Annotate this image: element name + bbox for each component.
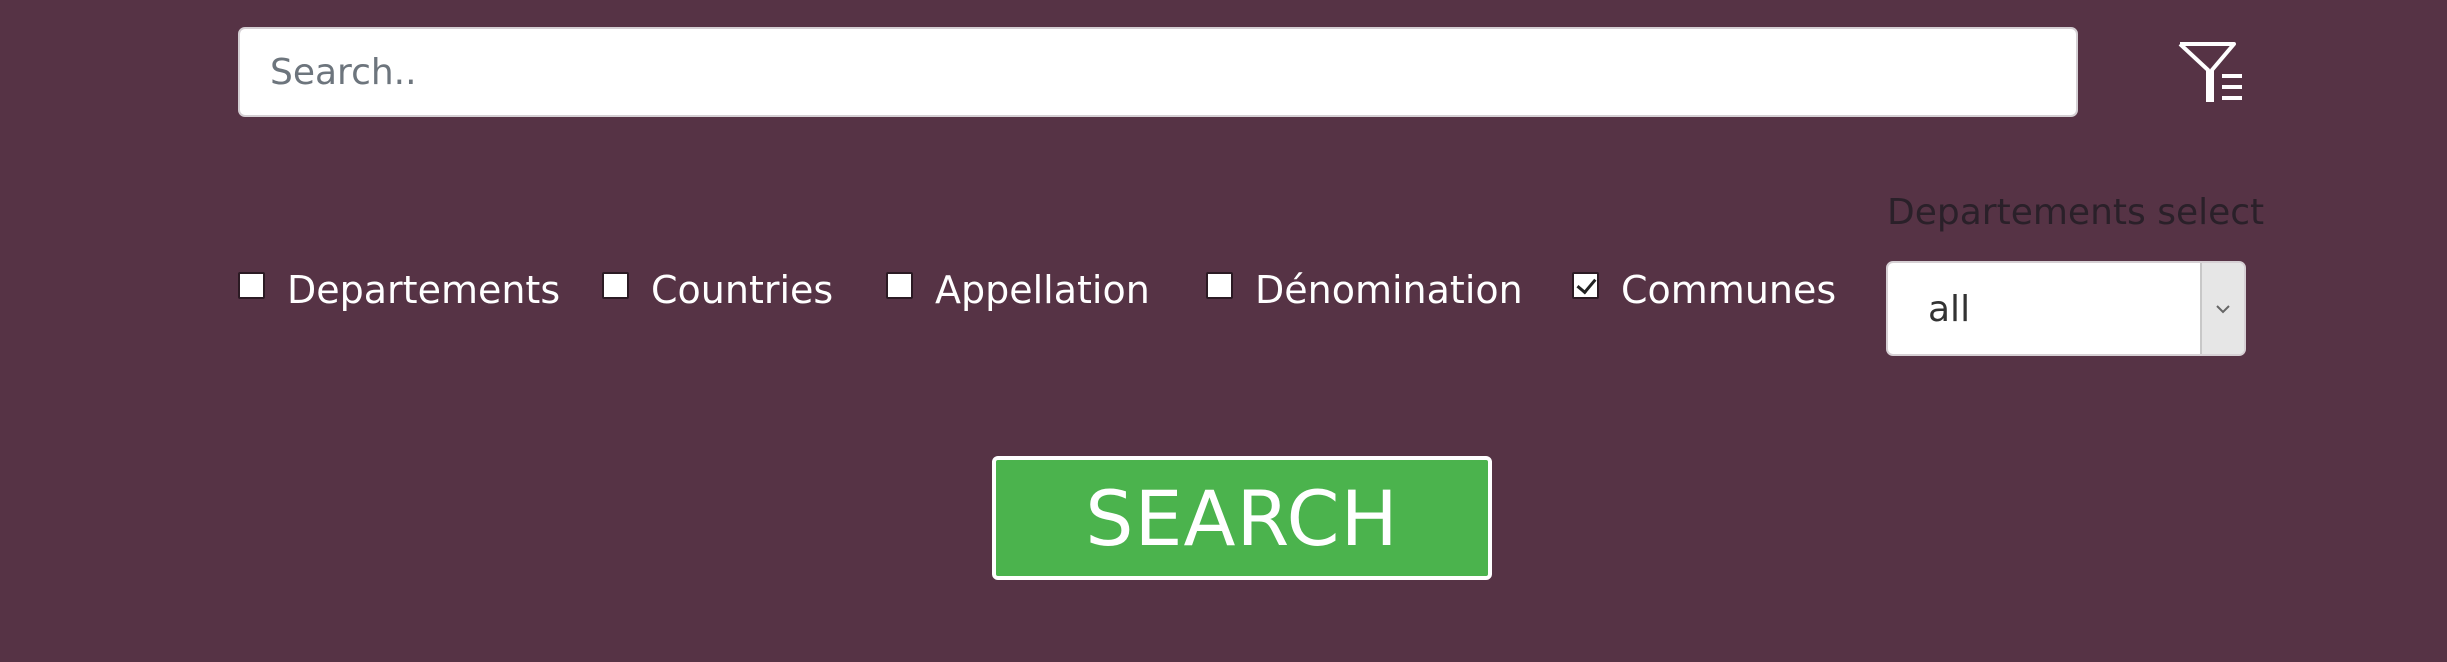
denomination-label: Dénomination (1255, 268, 1523, 312)
search-input[interactable] (238, 27, 2078, 117)
checkbox-countries[interactable]: Countries (602, 268, 833, 312)
denomination-checkbox[interactable] (1206, 271, 1233, 299)
checkbox-appellation[interactable]: Appellation (886, 268, 1150, 312)
appellation-checkbox[interactable] (886, 271, 913, 299)
departements-label: Departements (287, 268, 561, 312)
chevron-down-icon[interactable] (2200, 263, 2244, 354)
countries-label: Countries (651, 268, 834, 312)
countries-checkbox[interactable] (602, 271, 629, 299)
search-button[interactable]: SEARCH (992, 456, 1492, 580)
checkbox-denomination[interactable]: Dénomination (1206, 268, 1523, 312)
checkbox-communes[interactable]: Communes (1572, 268, 1836, 312)
filter-list-icon[interactable] (2178, 40, 2244, 104)
appellation-label: Appellation (935, 268, 1150, 312)
communes-label: Communes (1621, 268, 1837, 312)
departements-select[interactable]: all (1886, 261, 2246, 356)
checkbox-departements[interactable]: Departements (238, 268, 560, 312)
select-value: all (1928, 289, 1971, 330)
communes-checkbox[interactable] (1572, 271, 1599, 299)
departements-checkbox[interactable] (238, 271, 265, 299)
departements-select-label: Departements select (1887, 192, 2265, 233)
